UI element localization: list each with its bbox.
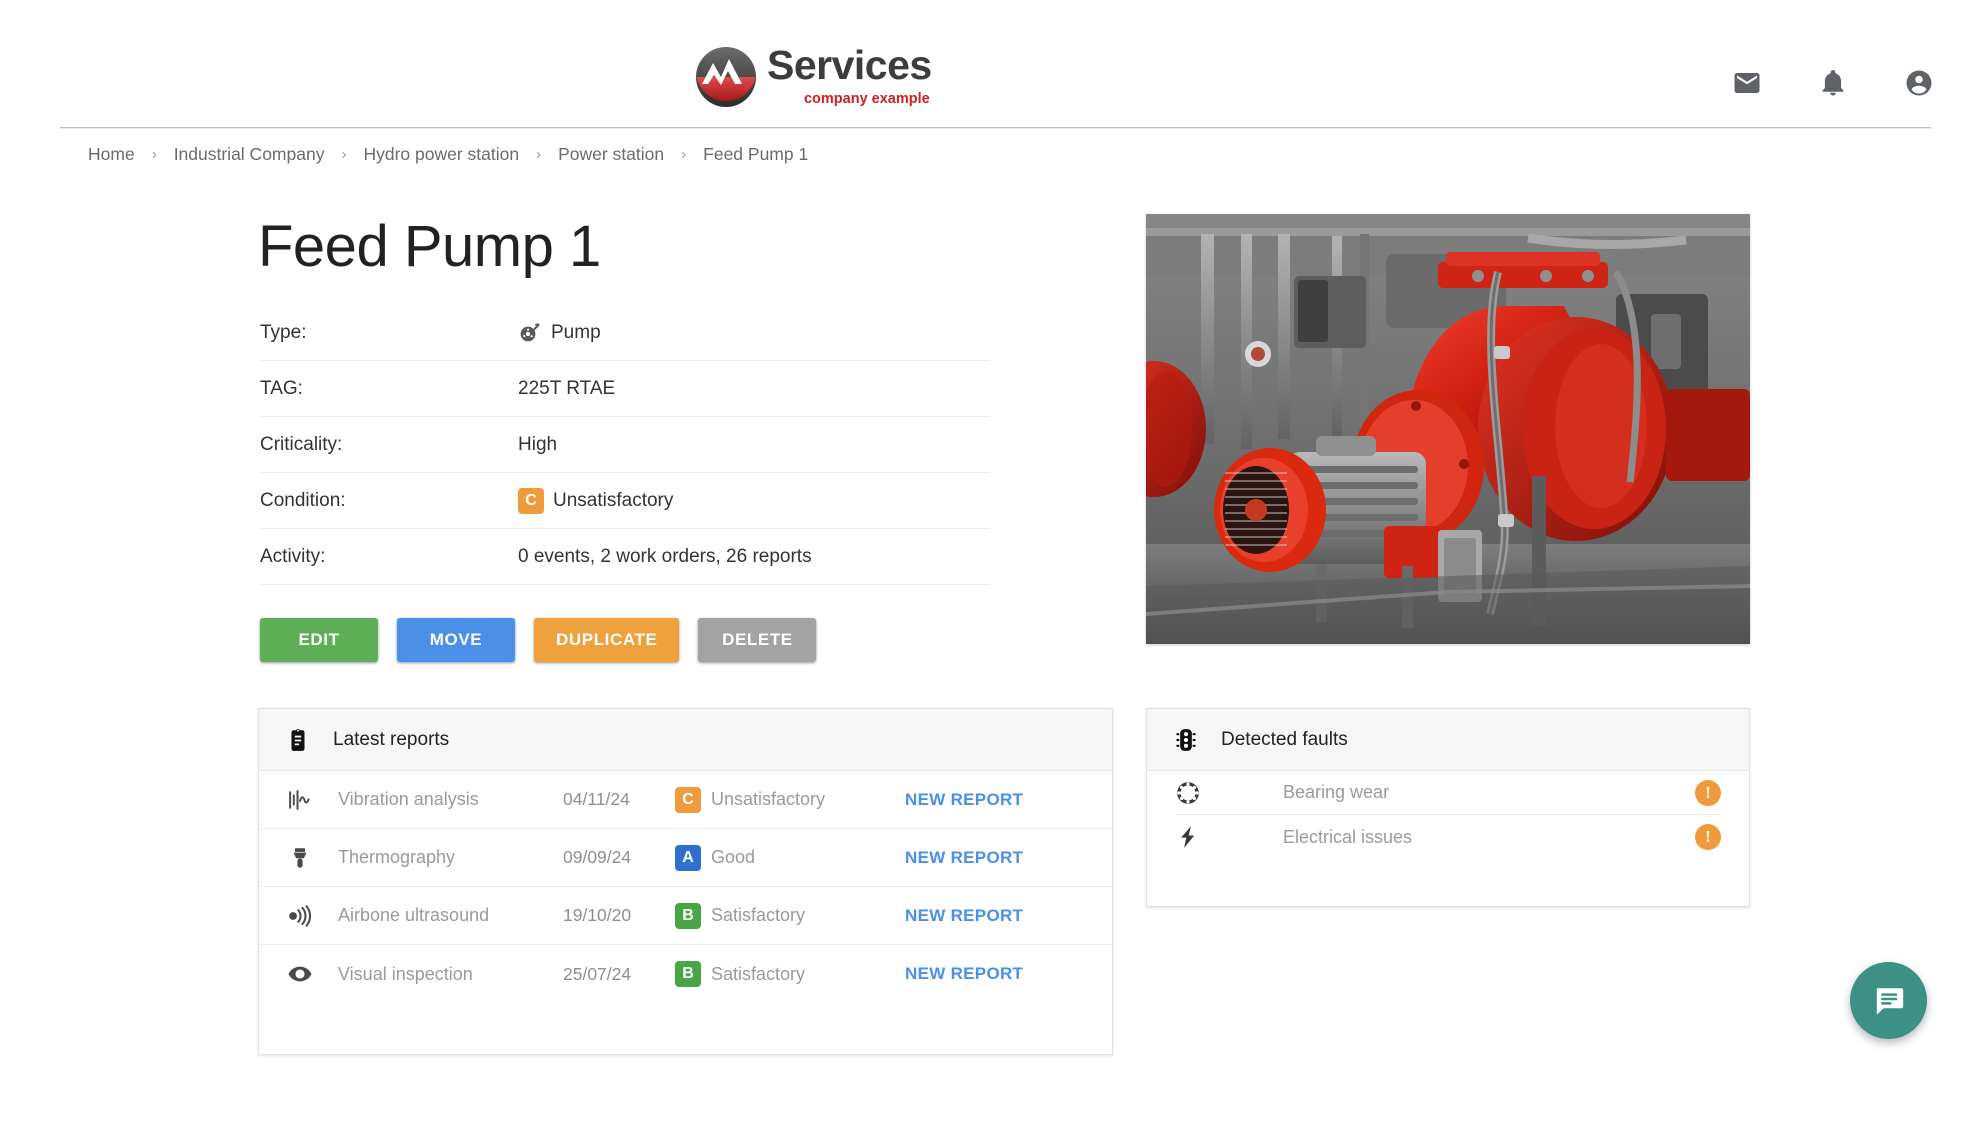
breadcrumb-item-industrial-company[interactable]: Industrial Company (174, 144, 325, 165)
detail-row-condition: Condition: C Unsatisfactory (260, 473, 990, 529)
chat-button[interactable] (1850, 962, 1927, 1039)
report-date: 25/07/24 (563, 963, 632, 984)
detail-value-text: 0 events, 2 work orders, 26 reports (518, 545, 812, 567)
condition-text: Satisfactory (711, 905, 806, 925)
asset-action-buttons: EDIT MOVE DUPLICATE DELETE (260, 618, 817, 662)
page-title: Feed Pump 1 (258, 214, 601, 279)
detail-value-text: Unsatisfactory (553, 489, 674, 511)
breadcrumb-item-hydro-power-station[interactable]: Hydro power station (363, 144, 519, 165)
thermal-camera-icon (293, 847, 307, 868)
lightning-bolt-icon (1181, 826, 1195, 848)
ultrasound-icon (289, 904, 312, 927)
breadcrumb-separator-icon: › (341, 146, 347, 163)
detail-row-criticality: Criticality: High (260, 417, 990, 473)
pump-icon (520, 323, 540, 341)
detail-label: Type: (260, 321, 307, 343)
ball-bearing-icon (1177, 781, 1199, 804)
table-row[interactable]: Airbone ultrasound 19/10/20 B Satisfacto… (259, 887, 1112, 945)
duplicate-button[interactable]: DUPLICATE (534, 618, 680, 662)
breadcrumb: Home › Industrial Company › Hydro power … (88, 144, 808, 165)
detail-label: Activity: (260, 545, 326, 567)
list-item[interactable]: Bearing wear ! (1175, 771, 1721, 815)
vibration-waveform-icon (289, 789, 310, 810)
condition-grade-badge: C (518, 487, 544, 514)
breadcrumb-separator-icon: › (681, 146, 687, 163)
mail-icon[interactable] (1732, 68, 1762, 98)
asset-photo (1146, 214, 1750, 644)
logo-subtitle: company example (803, 91, 930, 107)
new-report-link[interactable]: NEW REPORT (905, 964, 1023, 984)
chat-bubble-icon (1876, 987, 1903, 1015)
detail-value-text: Pump (551, 321, 601, 343)
brand-logo[interactable]: Services company example (695, 45, 932, 109)
detail-label: TAG: (260, 377, 303, 399)
grade-badge: B (675, 902, 701, 929)
new-report-link[interactable]: NEW REPORT (905, 848, 1023, 868)
condition-text: Satisfactory (711, 963, 806, 984)
logo-mark-icon (695, 46, 757, 108)
app-header: Services company example (0, 0, 1986, 129)
table-row[interactable]: Visual inspection 25/07/24 B Satisfactor… (259, 945, 1112, 1003)
detected-faults-panel: Detected faults Bearing wear ! Electrica… (1146, 708, 1750, 907)
list-item[interactable]: Electrical issues ! (1175, 815, 1721, 859)
fault-name: Electrical issues (1283, 826, 1413, 847)
asset-detail-table: Type: Pump TAG: 225T RTAE Criticality: H… (260, 305, 990, 585)
breadcrumb-item-power-station[interactable]: Power station (558, 144, 664, 165)
move-button[interactable]: MOVE (397, 618, 515, 662)
table-row[interactable]: Thermography 09/09/24 A Good NEW REPORT (259, 829, 1112, 887)
header-actions (1732, 68, 1934, 98)
condition-text: Good (711, 847, 756, 867)
grade-badge: C (675, 786, 701, 813)
warning-badge: ! (1695, 824, 1721, 850)
clipboard-icon (291, 728, 305, 751)
new-report-link[interactable]: NEW REPORT (905, 906, 1023, 926)
warning-badge: ! (1695, 779, 1721, 806)
account-circle-icon[interactable] (1904, 68, 1934, 98)
detail-label: Condition: (260, 489, 346, 511)
eye-icon (288, 966, 312, 982)
report-name: Airbone ultrasound (338, 905, 490, 925)
latest-reports-header: Latest reports (259, 709, 1112, 771)
new-report-link[interactable]: NEW REPORT (905, 790, 1023, 810)
panel-title: Detected faults (1221, 728, 1348, 750)
report-condition: B Satisfactory (675, 961, 905, 987)
condition-text: Unsatisfactory (711, 789, 826, 809)
app-page: Services company example Home › Industri… (0, 0, 1986, 1134)
breadcrumb-item-feed-pump-1[interactable]: Feed Pump 1 (703, 144, 808, 165)
report-name: Thermography (338, 847, 456, 867)
latest-reports-panel: Latest reports Vibration analysis 04/11/… (258, 708, 1113, 1055)
detail-value-text: 225T RTAE (518, 377, 616, 399)
detail-value: C Unsatisfactory (518, 487, 674, 514)
detail-row-tag: TAG: 225T RTAE (260, 361, 990, 417)
breadcrumb-separator-icon: › (536, 146, 542, 163)
header-divider (60, 127, 1931, 129)
report-date: 09/09/24 (563, 847, 632, 867)
panel-title: Latest reports (333, 728, 450, 750)
detail-value: Pump (518, 321, 601, 345)
report-condition: C Unsatisfactory (675, 786, 905, 813)
grade-badge: B (675, 961, 701, 987)
fault-name: Bearing wear (1283, 782, 1390, 802)
logo-title: Services (767, 42, 932, 88)
report-name: Vibration analysis (338, 789, 479, 809)
traffic-light-icon (1176, 728, 1196, 751)
report-condition: A Good (675, 844, 905, 871)
report-date: 19/10/20 (563, 905, 632, 925)
detected-faults-header: Detected faults (1147, 709, 1749, 771)
report-date: 04/11/24 (563, 789, 630, 809)
breadcrumb-item-home[interactable]: Home (88, 144, 135, 165)
breadcrumb-separator-icon: › (151, 146, 157, 163)
table-row[interactable]: Vibration analysis 04/11/24 C Unsatisfac… (259, 771, 1112, 829)
report-name: Visual inspection (338, 963, 473, 984)
report-condition: B Satisfactory (675, 902, 905, 929)
grade-badge: A (675, 844, 701, 871)
delete-button[interactable]: DELETE (698, 618, 817, 662)
edit-button[interactable]: EDIT (260, 618, 378, 662)
detail-value-text: High (518, 433, 558, 455)
detail-row-activity: Activity: 0 events, 2 work orders, 26 re… (260, 529, 990, 585)
detail-label: Criticality: (260, 433, 343, 455)
bell-icon[interactable] (1818, 68, 1848, 98)
detail-row-type: Type: Pump (260, 305, 990, 361)
